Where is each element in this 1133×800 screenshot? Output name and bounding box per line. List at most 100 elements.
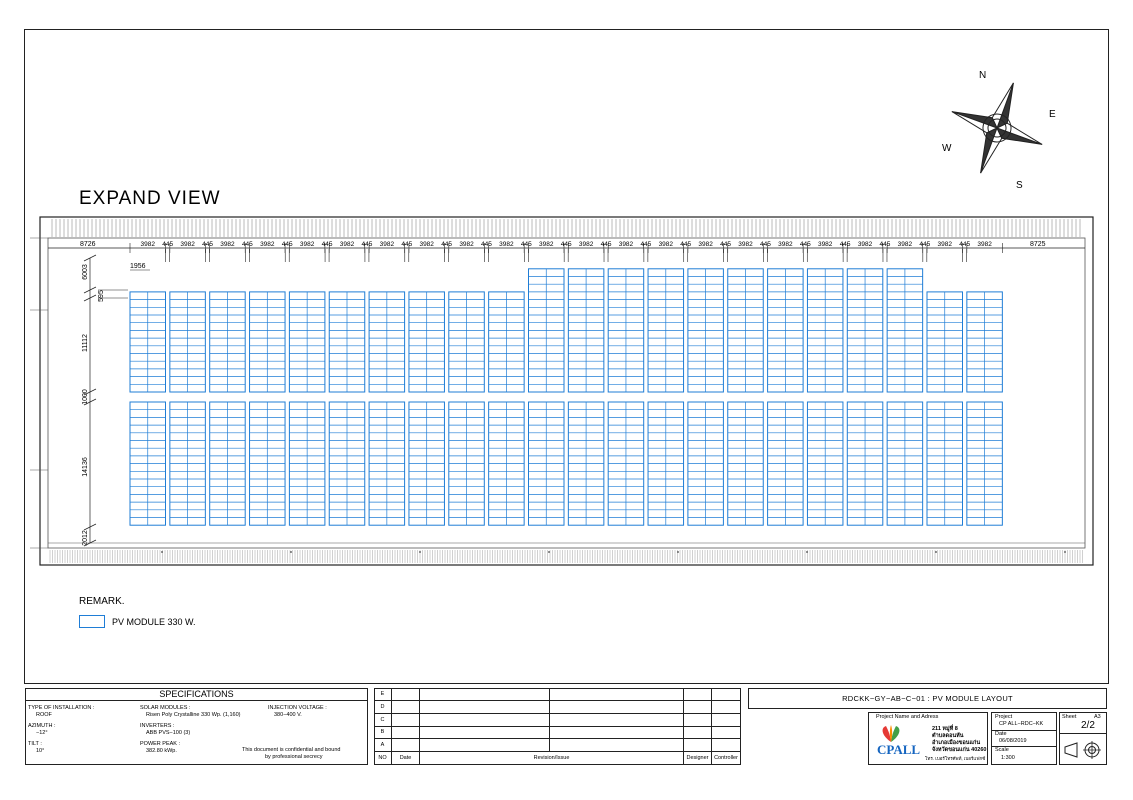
dim-gap: 445	[880, 241, 891, 248]
project-value: CP ALL−RDC−KK	[999, 721, 1044, 727]
dim-row-width: 3982	[260, 241, 275, 248]
dim-row-width: 3982	[818, 241, 833, 248]
dim-gap: 445	[561, 241, 572, 248]
revision-row: C	[374, 713, 741, 727]
scale-value: 1:300	[1001, 755, 1015, 761]
projection-symbol-icon	[1064, 741, 1101, 759]
date-value: 06/08/2019	[999, 738, 1027, 744]
project-label: Project	[995, 714, 1013, 720]
revision-row-letter: A	[374, 739, 392, 752]
dim-6003: 6003	[82, 264, 89, 280]
dim-row-width: 3982	[220, 241, 235, 248]
spec-inverters-label: INVERTERS :	[140, 723, 175, 729]
dim-gap: 445	[521, 241, 532, 248]
dim-row-width: 3982	[659, 241, 674, 248]
project-address-5: โทร. เบอร์โทรศัพท์, เบอร์แฟกซ์	[925, 756, 986, 761]
drawing-title: RDCKK−GY−AB−C−01 : PV MODULE LAYOUT	[748, 688, 1107, 709]
dim-gap: 445	[202, 241, 213, 248]
dim-row-width: 3982	[419, 241, 434, 248]
roof-outline	[39, 216, 1094, 566]
dim-row-width: 3982	[619, 241, 634, 248]
legend-pv-module-swatch	[79, 615, 105, 628]
spec-azimuth-label: AZIMUTH :	[28, 723, 56, 729]
spec-injection-label: INJECTION VOLTAGE :	[268, 705, 327, 711]
roof-hatch-bottom	[49, 550, 1083, 563]
dim-gap: 445	[441, 241, 452, 248]
dim-gap: 445	[162, 241, 173, 248]
roof-inner-outline	[47, 237, 1086, 549]
spec-type-label: TYPE OF INSTALLATION :	[28, 705, 95, 711]
revision-row: B	[374, 726, 741, 740]
project-name-label: Project Name and Adress	[876, 714, 939, 720]
top-dimensions: 8726 8725 3982 445 3982 445 3982 445 3982 445 3982…	[80, 241, 1046, 262]
dim-row-width: 3982	[340, 241, 355, 248]
remark-title: REMARK.	[79, 596, 125, 607]
spec-tilt-label: TILT :	[28, 741, 42, 747]
dim-row-width: 3982	[858, 241, 873, 248]
revision-header-cell: Controller	[712, 752, 741, 765]
dim-row-width: 3982	[698, 241, 713, 248]
sheet-value: 2/2	[1081, 720, 1095, 731]
dim-gap: 445	[242, 241, 253, 248]
revision-header-cell: Date	[392, 752, 420, 765]
pv-module-array	[129, 268, 1003, 526]
scale-label: Scale	[995, 747, 1009, 753]
revision-row: E	[374, 688, 741, 701]
revision-row-letter: D	[374, 700, 392, 713]
dim-row-width: 3982	[539, 241, 554, 248]
project-address-1: 211 หมู่ที่ 8	[932, 726, 958, 732]
dim-1000: 1000	[82, 389, 89, 405]
spec-modules-label: SOLAR MODULES :	[140, 705, 191, 711]
dim-14136: 14136	[82, 457, 89, 477]
dim-row-width: 3982	[300, 241, 315, 248]
date-label: Date	[995, 731, 1007, 737]
dim-gap: 445	[959, 241, 970, 248]
revision-header-cell: Designer	[684, 752, 712, 765]
dim-row-width: 3982	[499, 241, 514, 248]
dim-row-width: 3982	[459, 241, 474, 248]
revision-header-cell: NO	[374, 752, 392, 765]
dim-gap: 445	[840, 241, 851, 248]
dim-gap: 445	[601, 241, 612, 248]
dim-module-width: 1956	[130, 263, 146, 270]
revision-header-cell: Revision/Issue	[420, 752, 684, 765]
dim-gap: 445	[760, 241, 771, 248]
dim-gap: 445	[481, 241, 492, 248]
dim-gap: 445	[720, 241, 731, 248]
spec-inverters-value: ABB PVS−100 (3)	[146, 730, 191, 736]
dim-gap: 445	[322, 241, 333, 248]
dim-row-width: 3982	[141, 241, 156, 248]
spec-confidential-1: This document is confidential and bound	[242, 747, 341, 753]
dim-gap: 445	[361, 241, 372, 248]
dim-11112: 11112	[82, 334, 89, 352]
dim-row-width: 3982	[977, 241, 992, 248]
roof-layout-plan: 8726 8725 3982 445 3982 445 3982 445 3982 445 3982…	[30, 216, 1094, 566]
left-dimensions: 6003 595 11112 1000 14136 2012 1956	[82, 263, 146, 546]
legend-pv-module-label: PV MODULE 330 W.	[112, 617, 196, 627]
spec-azimuth-value: −12°	[36, 730, 48, 736]
revision-row: A	[374, 739, 741, 753]
dim-gap: 445	[919, 241, 930, 248]
dim-edge-right: 8725	[1030, 241, 1046, 248]
spec-type-value: ROOF	[36, 712, 52, 718]
dim-gap: 445	[800, 241, 811, 248]
dim-row-width: 3982	[579, 241, 594, 248]
dim-595: 595	[98, 290, 105, 302]
dim-row-width: 3982	[938, 241, 953, 248]
project-address-4: จังหวัดขอนแก่น 40260	[932, 747, 987, 753]
revision-header-row: NO Date Revision/Issue Designer Controller	[374, 752, 741, 765]
dim-gap: 445	[401, 241, 412, 248]
sheet-size: A3	[1094, 714, 1101, 720]
dim-2012: 2012	[82, 530, 89, 546]
project-address-2: ตำบลดอนหัน	[932, 733, 964, 739]
spec-peak-label: POWER PEAK :	[140, 741, 181, 747]
revision-row-letter: C	[374, 713, 392, 726]
dim-edge-left: 8726	[80, 241, 96, 248]
dim-row-width: 3982	[180, 241, 195, 248]
sheet-label: Sheet	[1062, 714, 1077, 720]
revision-row-letter: B	[374, 726, 392, 739]
dim-gap: 445	[680, 241, 691, 248]
spec-tilt-value: 10°	[36, 748, 45, 754]
spec-peak-value: 382.80 kWp.	[146, 748, 177, 754]
spec-modules-value: Risen Poly Crystalline 330 Wp. (1,160)	[146, 712, 241, 718]
